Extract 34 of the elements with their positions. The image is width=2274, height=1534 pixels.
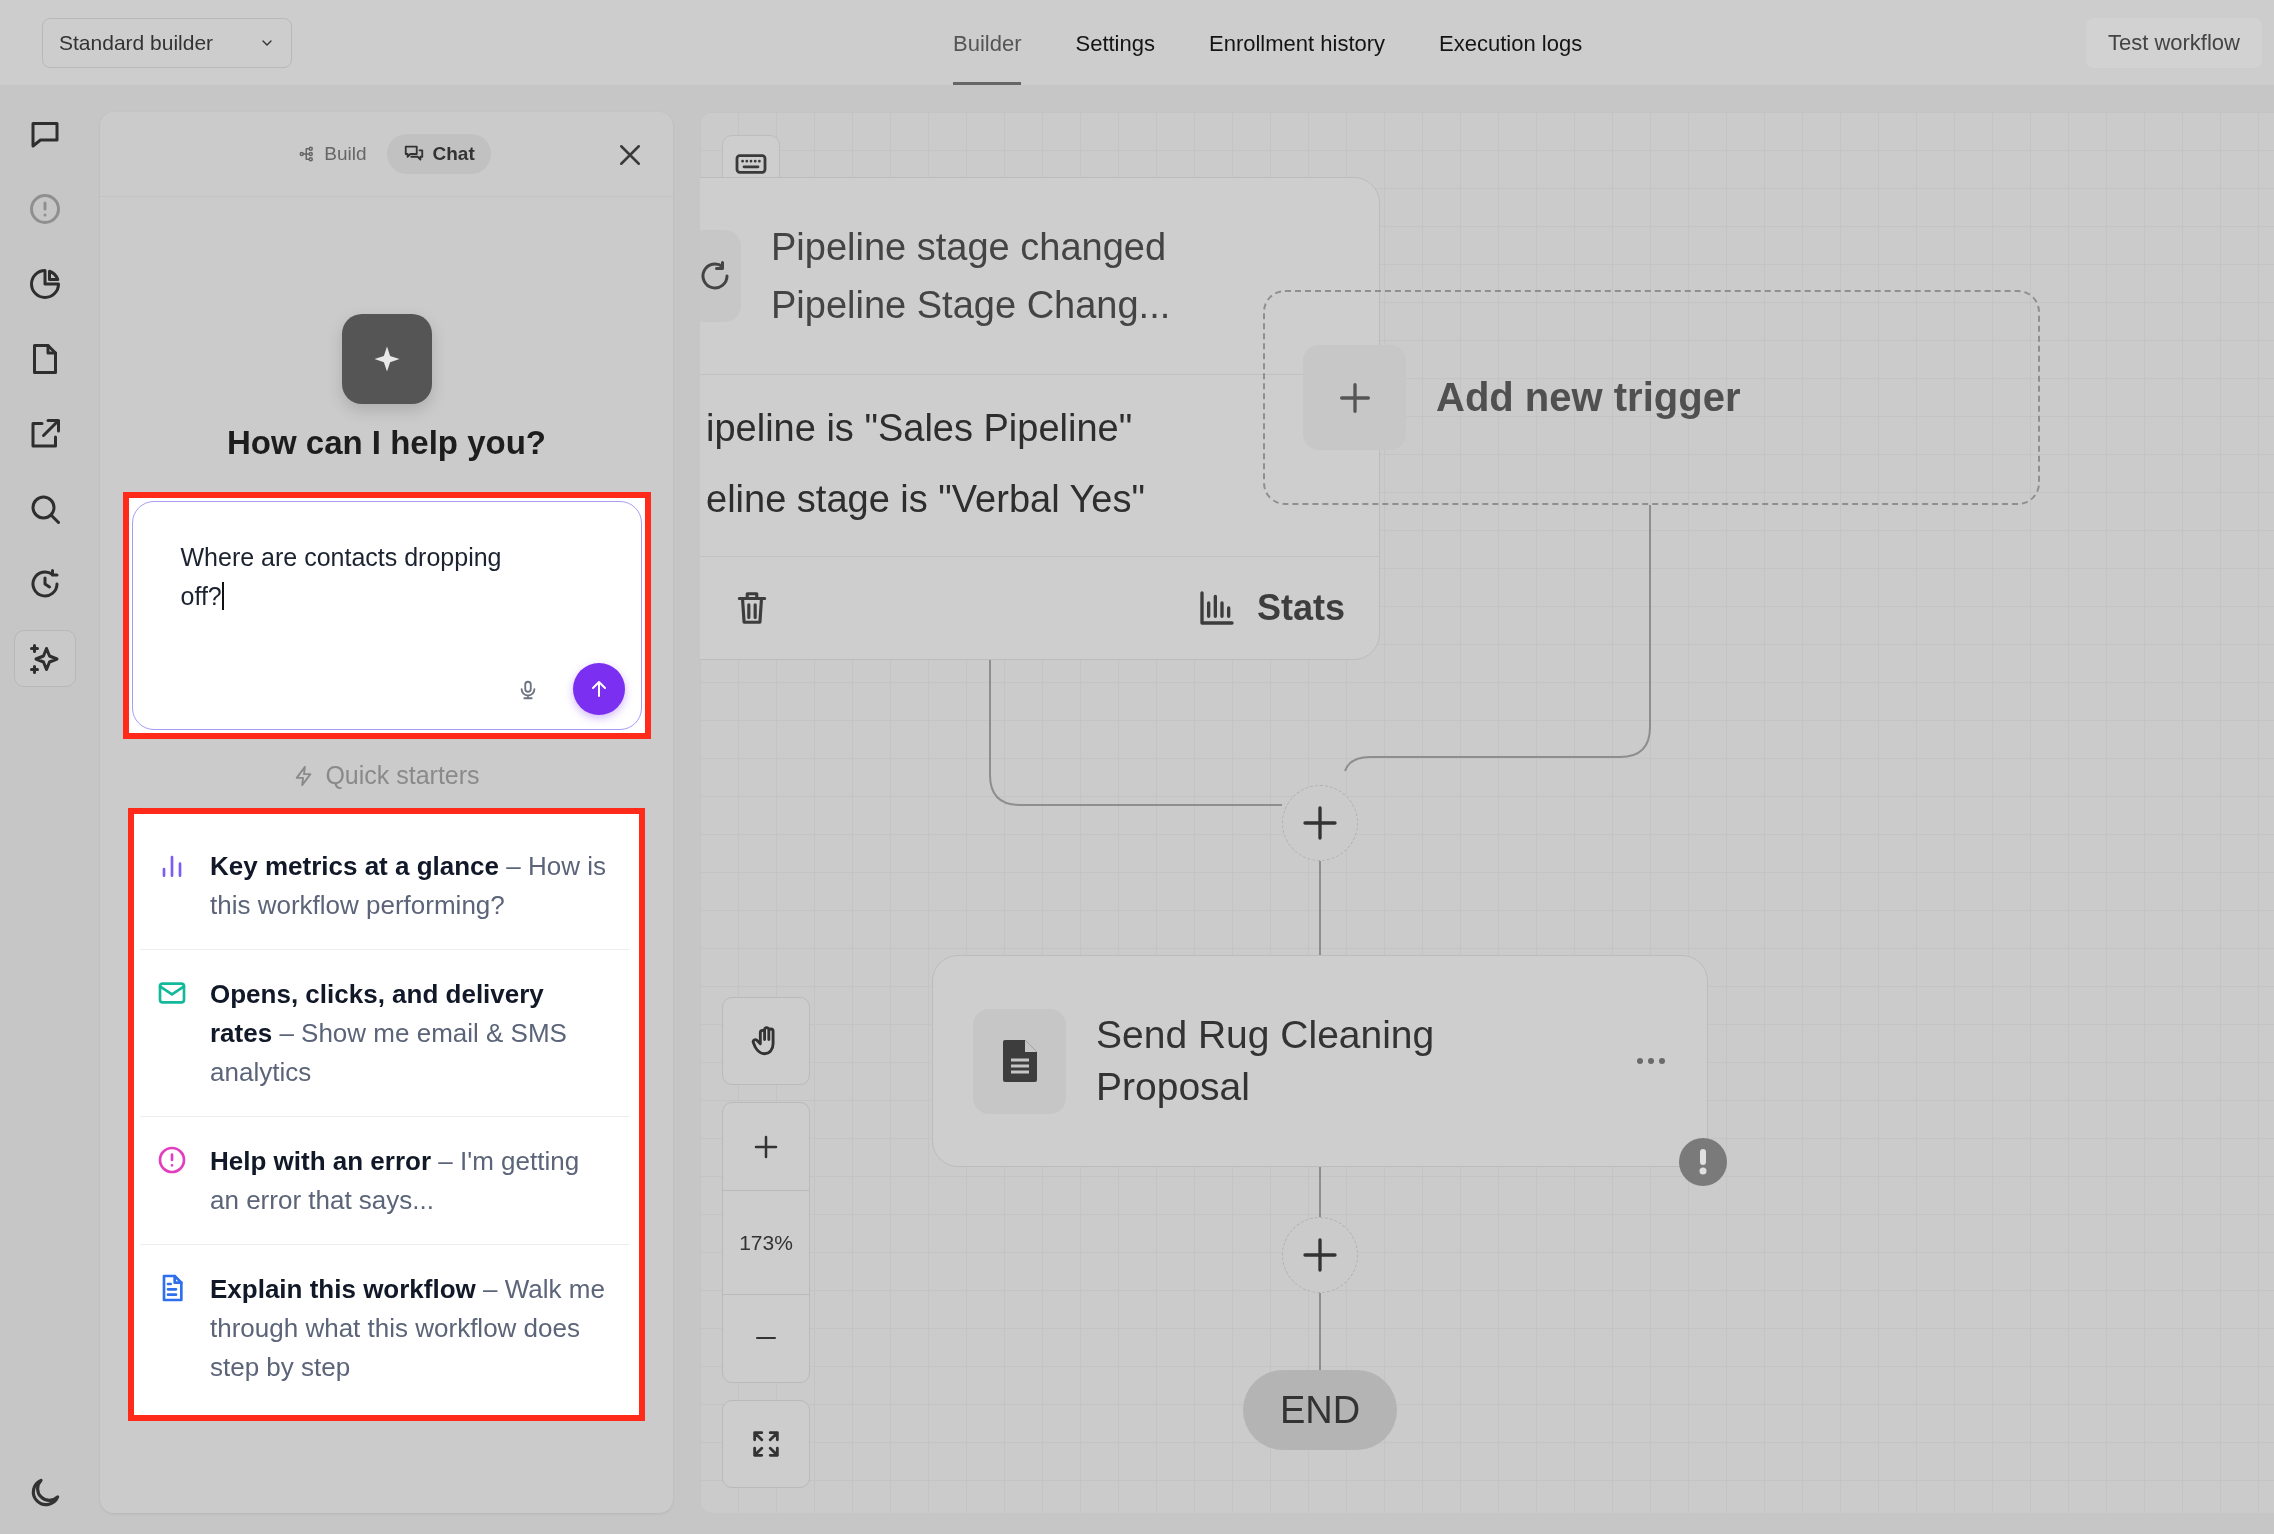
sidebar-item[interactable] (14, 630, 76, 687)
action-title: Send Rug Cleaning Proposal (1096, 1012, 1436, 1110)
nav-tab[interactable]: Settings (1075, 0, 1155, 85)
quick-starter-prompt[interactable]: Help with an error – I'm getting an error that says... (210, 1142, 607, 1220)
send-button[interactable] (572, 663, 625, 715)
chat-heading: How can I help you? (227, 424, 546, 462)
more-options-icon[interactable] (1635, 1056, 1667, 1066)
add-trigger-card[interactable]: Add new trigger (1263, 290, 2040, 505)
zoom-level: 173% (723, 1190, 809, 1295)
builder-dropdown[interactable]: Standard builder (42, 17, 292, 68)
nav-tab[interactable]: Enrollment history (1209, 0, 1386, 85)
test-workflow-button[interactable]: Test workflow (2085, 17, 2262, 68)
trigger-title: Pipeline stage changed (771, 225, 1168, 270)
trigger-subtitle: Pipeline Stage Chang... (771, 283, 1171, 328)
nav-tab[interactable]: Execution logs (1439, 0, 1583, 85)
document-icon (1002, 1040, 1037, 1082)
message-field[interactable]: Where are contacts dropping off? (131, 501, 642, 730)
stats-button[interactable]: Stats (1190, 586, 1351, 630)
fit-view-button[interactable] (722, 1400, 810, 1488)
action-card[interactable]: Send Rug Cleaning Proposal (932, 955, 1708, 1167)
add-trigger-label: Add new trigger (1436, 375, 1741, 420)
pan-tool-button[interactable] (722, 997, 810, 1085)
end-marker: END (1243, 1370, 1397, 1450)
mode-tab[interactable]: Chat (386, 134, 491, 174)
quick-starter-prompt[interactable]: Opens, clicks, and delivery rates – Show me email & SMS analytics (210, 975, 607, 1092)
text-cursor (221, 582, 224, 610)
trigger-condition: ipeline is "Sales Pipeline" (706, 406, 1133, 451)
mode-tab[interactable]: Build (282, 134, 383, 174)
trigger-card[interactable]: Pipeline stage changed Pipeline Stage Chang... ipeline is "Sales Pipeline" eline stage is "Verbal Yes" Stats (700, 177, 1380, 660)
trigger-condition: eline stage is "Verbal Yes" (706, 477, 1145, 522)
quick-starter-prompt[interactable]: Key metrics at a glance – How is this workflow performing? (210, 847, 607, 925)
section-title: Quick starters (325, 761, 480, 790)
nav-tab[interactable]: Builder (953, 0, 1022, 85)
quick-starter-prompt[interactable]: Explain this workflow – Walk me through what this workflow does step by step (210, 1270, 607, 1387)
